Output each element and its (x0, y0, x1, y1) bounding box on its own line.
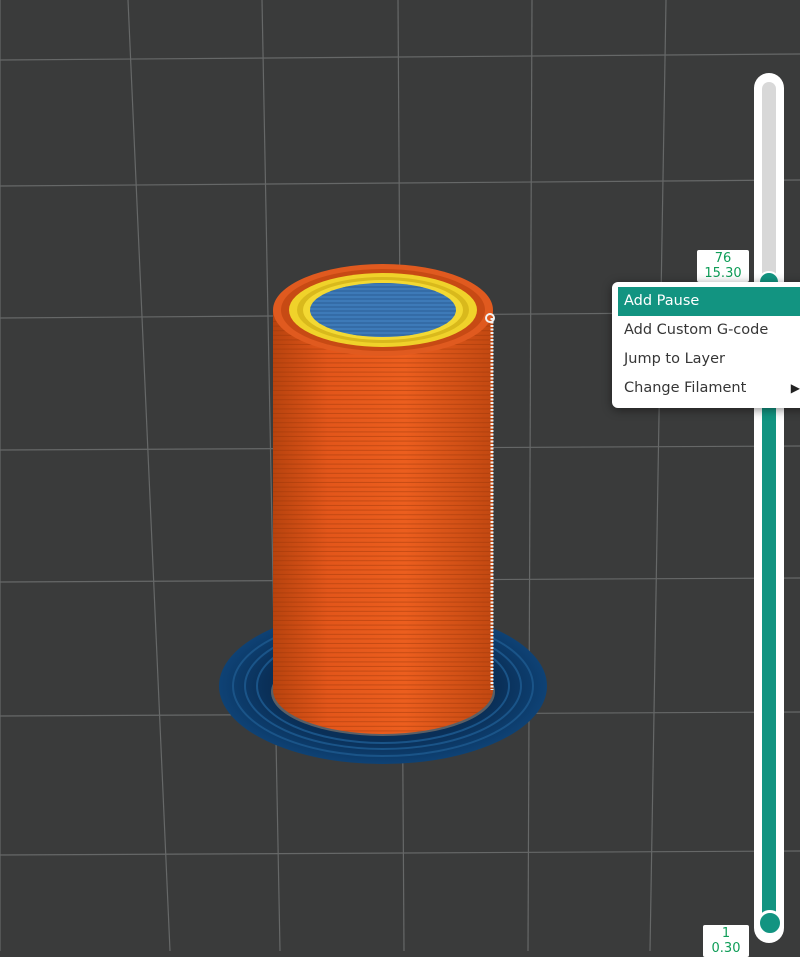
bottom-layer-height: 0.30 (711, 941, 741, 956)
bottom-layer-number: 1 (721, 926, 731, 941)
menu-item-label: Add Custom G-code (624, 322, 769, 338)
menu-item-add-pause[interactable]: Add Pause (618, 287, 800, 316)
bottom-layer-label: 1 0.30 (703, 925, 749, 957)
menu-item-add-custom-gcode[interactable]: Add Custom G-code (618, 316, 800, 345)
layer-slider-unselected-range (762, 82, 776, 278)
menu-item-label: Change Filament (624, 380, 747, 396)
submenu-arrow-icon: ▶ (790, 381, 800, 395)
3d-viewport[interactable] (0, 0, 800, 951)
menu-item-label: Jump to Layer (624, 351, 725, 367)
menu-item-jump-to-layer[interactable]: Jump to Layer (618, 345, 800, 374)
top-layer-number: 76 (714, 251, 732, 266)
model-cylinder (273, 264, 495, 734)
menu-item-label: Add Pause (624, 293, 700, 309)
layer-slider-bottom-handle[interactable] (757, 910, 783, 936)
top-layer-height: 15.30 (704, 266, 742, 281)
menu-item-change-filament[interactable]: Change Filament ▶ (618, 374, 800, 403)
top-layer-label: 76 15.30 (697, 250, 749, 282)
layer-context-menu: Add Pause Add Custom G-code Jump to Laye… (612, 282, 800, 408)
